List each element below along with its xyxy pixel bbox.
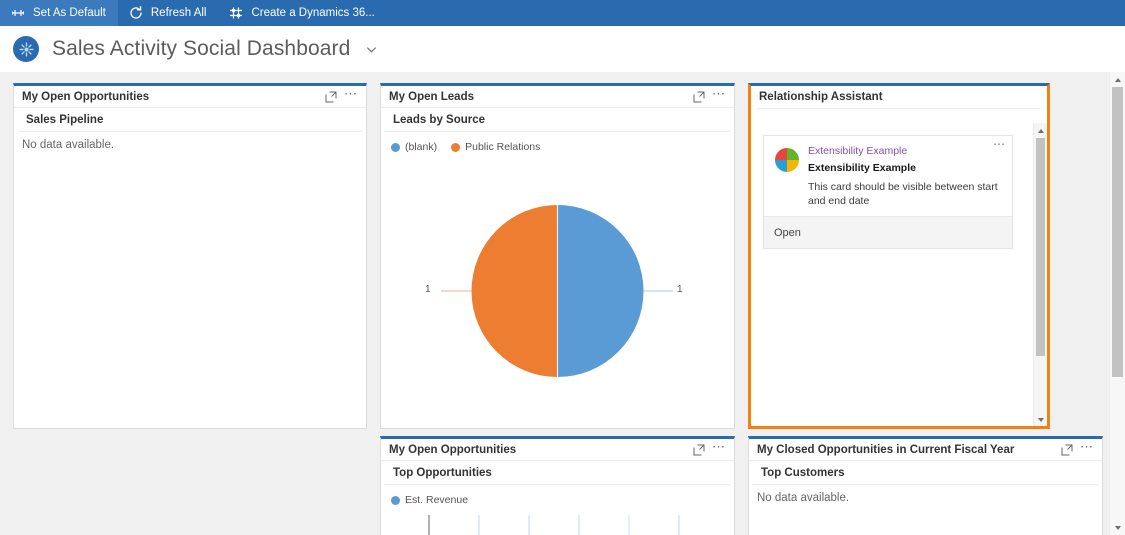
tile-header-actions: ⋯: [320, 87, 360, 106]
chart-legend: Est. Revenue: [381, 485, 734, 506]
assistant-card[interactable]: Extensibility Example Extensibility Exam…: [763, 135, 1013, 249]
open-button[interactable]: Open: [774, 227, 801, 239]
tile-header: My Open Opportunities ⋯: [14, 86, 366, 108]
command-bar: Set As Default Refresh All Create a Dyna…: [0, 0, 1125, 26]
assistant-card-description: This card should be visible between star…: [808, 181, 998, 207]
create-dynamics-label: Create a Dynamics 36...: [251, 7, 375, 19]
assistant-scroll-track[interactable]: [1034, 138, 1047, 412]
expand-icon[interactable]: [322, 88, 340, 106]
more-options-icon[interactable]: ⋯: [710, 87, 728, 106]
empty-state-text: No data available.: [757, 492, 850, 504]
assistant-card-list: Extensibility Example Extensibility Exam…: [751, 109, 1047, 426]
tile-title: My Open Opportunities: [22, 90, 150, 103]
pie-data-label-left: 1: [425, 284, 431, 295]
tile-title: My Open Leads: [389, 90, 474, 103]
legend-swatch-icon: [391, 142, 400, 152]
set-as-default-label: Set As Default: [33, 7, 106, 19]
assistant-scrollbar[interactable]: [1033, 123, 1047, 426]
empty-state-text: No data available.: [22, 139, 115, 151]
pie-chart[interactable]: 1 1: [381, 159, 734, 428]
legend-label: Est. Revenue: [405, 494, 469, 506]
set-as-default-button[interactable]: Set As Default: [0, 0, 118, 26]
scroll-up-icon[interactable]: [1110, 72, 1125, 87]
pie-data-label-right: 1: [677, 284, 683, 295]
more-options-icon[interactable]: ⋯: [1078, 440, 1096, 459]
legend-label: (blank): [405, 141, 438, 153]
tile-header: My Closed Opportunities in Current Fisca…: [749, 439, 1102, 461]
assistant-card-actions: Open: [764, 216, 1012, 248]
more-options-icon[interactable]: ⋯: [710, 440, 728, 459]
tile-header-actions: ⋯: [1056, 440, 1096, 459]
legend-swatch-icon: [451, 142, 461, 152]
tile-sales-pipeline: My Open Opportunities ⋯ Sales Pipeline N…: [13, 83, 367, 429]
tile-header-actions: ⋯: [688, 440, 728, 459]
page-title: Sales Activity Social Dashboard: [52, 37, 351, 60]
scroll-down-icon[interactable]: [1034, 412, 1047, 426]
dashboard-icon: [13, 36, 39, 62]
tile-subtitle: Top Customers: [753, 461, 1098, 485]
tile-title: My Open Opportunities: [389, 443, 517, 456]
page-scroll-thumb[interactable]: [1112, 87, 1123, 377]
bar-chart[interactable]: [381, 513, 734, 535]
assistant-card-link[interactable]: Extensibility Example: [808, 145, 1004, 158]
tile-subtitle: Top Opportunities: [385, 461, 730, 485]
expand-icon[interactable]: [1058, 441, 1076, 459]
refresh-all-label: Refresh All: [150, 7, 207, 19]
tile-header: Relationship Assistant: [751, 86, 1047, 108]
legend-item[interactable]: (blank): [391, 141, 437, 153]
legend-label: Public Relations: [465, 141, 541, 153]
scroll-down-icon[interactable]: [1110, 520, 1125, 535]
tile-header: My Open Leads ⋯: [381, 86, 734, 108]
pinwheel-icon: [774, 147, 800, 173]
dashboard-canvas: My Open Opportunities ⋯ Sales Pipeline N…: [0, 72, 1125, 535]
page-scroll-track[interactable]: [1110, 87, 1125, 520]
more-options-icon[interactable]: ⋯: [993, 138, 1006, 150]
dashboard-header: Sales Activity Social Dashboard: [0, 26, 1125, 72]
assistant-card-subtitle: Extensibility Example: [808, 162, 916, 174]
expand-icon[interactable]: [690, 441, 708, 459]
create-dynamics-icon: [228, 5, 244, 21]
tile-top-opportunities: My Open Opportunities ⋯ Top Opportunitie…: [380, 436, 735, 535]
tile-header-actions: ⋯: [688, 87, 728, 106]
legend-item[interactable]: Public Relations: [451, 141, 540, 153]
tile-title: Relationship Assistant: [759, 91, 883, 103]
create-dynamics-button[interactable]: Create a Dynamics 36...: [218, 0, 386, 26]
page-scrollbar[interactable]: [1109, 72, 1125, 535]
refresh-icon: [128, 5, 144, 21]
tile-title: My Closed Opportunities in Current Fisca…: [757, 443, 1015, 456]
tile-header: My Open Opportunities ⋯: [381, 439, 734, 461]
tile-subtitle: Sales Pipeline: [18, 108, 362, 132]
chart-legend: (blank) Public Relations: [381, 132, 734, 153]
scroll-up-icon[interactable]: [1034, 123, 1047, 138]
legend-swatch-icon: [391, 495, 400, 505]
tile-leads-by-source: My Open Leads ⋯ Leads by Source (blank) …: [380, 83, 735, 429]
tile-subtitle: Leads by Source: [385, 108, 730, 132]
pin-icon: [10, 5, 26, 21]
assistant-scroll-thumb[interactable]: [1036, 138, 1045, 356]
chevron-down-icon[interactable]: [364, 42, 378, 56]
more-options-icon[interactable]: ⋯: [342, 87, 360, 106]
legend-item[interactable]: Est. Revenue: [391, 494, 468, 506]
tile-relationship-assistant: Relationship Assistant Extensibility Exa…: [748, 83, 1050, 429]
expand-icon[interactable]: [690, 88, 708, 106]
refresh-all-button[interactable]: Refresh All: [118, 0, 219, 26]
tile-closed-opportunities: My Closed Opportunities in Current Fisca…: [748, 436, 1103, 535]
